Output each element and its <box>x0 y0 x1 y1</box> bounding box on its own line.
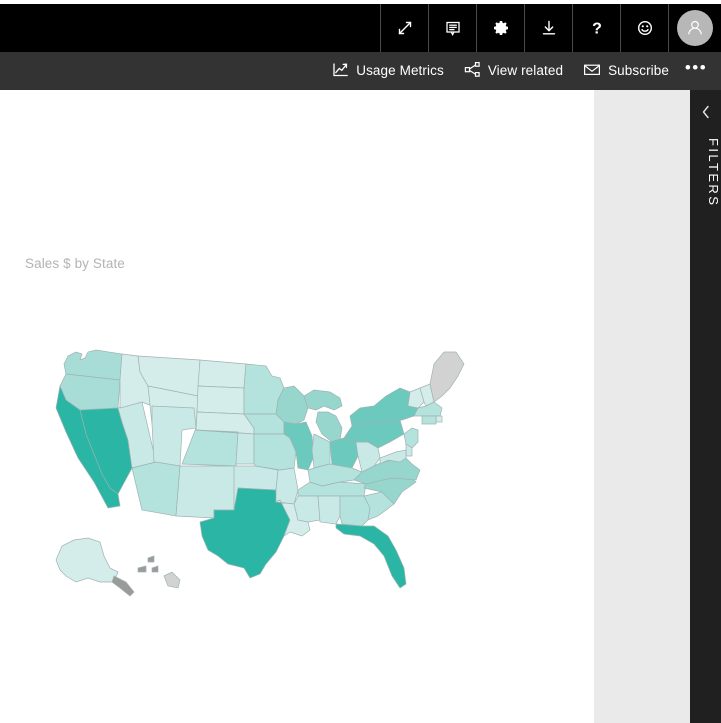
state-hawaii-island-2 <box>148 556 154 562</box>
usage-metrics-button[interactable]: Usage Metrics <box>322 52 454 90</box>
powerbi-report-viewer: ? Usage Metrics View related Subscribe •… <box>0 0 721 723</box>
visual-title: Sales $ by State <box>25 256 125 271</box>
state-alabama <box>318 496 340 524</box>
collapse-filters-button[interactable] <box>690 104 721 120</box>
chevron-left-icon <box>702 105 709 119</box>
view-related-label: View related <box>487 63 564 79</box>
filters-pane[interactable]: FILTERS <box>690 90 721 723</box>
subscribe-label: Subscribe <box>608 63 669 79</box>
state-tennessee <box>298 482 366 496</box>
fullscreen-icon <box>395 18 415 38</box>
state-ohio <box>330 438 358 468</box>
account-button[interactable] <box>668 4 721 52</box>
state-indiana <box>312 434 330 468</box>
help-icon: ? <box>587 18 607 38</box>
state-south-dakota <box>197 386 244 414</box>
state-kentucky <box>308 464 362 486</box>
download-button[interactable] <box>524 4 572 52</box>
envelope-icon <box>583 61 601 81</box>
comments-button[interactable] <box>428 4 476 52</box>
view-related-icon <box>464 61 481 81</box>
more-options-button[interactable]: ••• <box>679 52 713 90</box>
smiley-icon <box>635 18 655 38</box>
fullscreen-button[interactable] <box>380 4 428 52</box>
state-alaska-panhandle <box>112 576 134 596</box>
feedback-button[interactable] <box>620 4 668 52</box>
canvas-gutter <box>594 90 690 723</box>
download-icon <box>539 18 559 38</box>
avatar <box>677 10 713 46</box>
state-mississippi <box>294 496 320 522</box>
state-new-york <box>350 388 418 426</box>
command-bar: Usage Metrics View related Subscribe ••• <box>0 52 721 90</box>
us-map-svg <box>22 330 542 640</box>
state-colorado <box>182 428 238 466</box>
state-arizona <box>132 462 180 516</box>
state-maine <box>430 352 464 402</box>
comments-icon <box>443 18 463 38</box>
svg-text:?: ? <box>592 20 602 37</box>
usage-metrics-icon <box>332 61 349 81</box>
state-georgia <box>340 496 370 526</box>
view-related-button[interactable]: View related <box>454 52 573 90</box>
state-hawaii-island-3 <box>138 566 146 572</box>
top-toolbar: ? <box>0 4 721 52</box>
gear-icon <box>491 18 511 38</box>
state-hawaii-island-4 <box>152 566 158 572</box>
state-missouri <box>254 434 296 470</box>
state-rhode-island <box>436 416 442 422</box>
state-north-dakota <box>198 360 246 388</box>
filters-title: FILTERS <box>706 138 721 208</box>
help-button[interactable]: ? <box>572 4 620 52</box>
filled-map-visual[interactable] <box>22 330 542 640</box>
settings-button[interactable] <box>476 4 524 52</box>
state-alaska <box>56 538 118 582</box>
state-connecticut <box>422 416 436 424</box>
state-hawaii <box>164 572 180 588</box>
usage-metrics-label: Usage Metrics <box>356 63 444 79</box>
state-arkansas <box>276 468 298 504</box>
subscribe-button[interactable]: Subscribe <box>573 52 679 90</box>
state-florida <box>336 524 406 588</box>
